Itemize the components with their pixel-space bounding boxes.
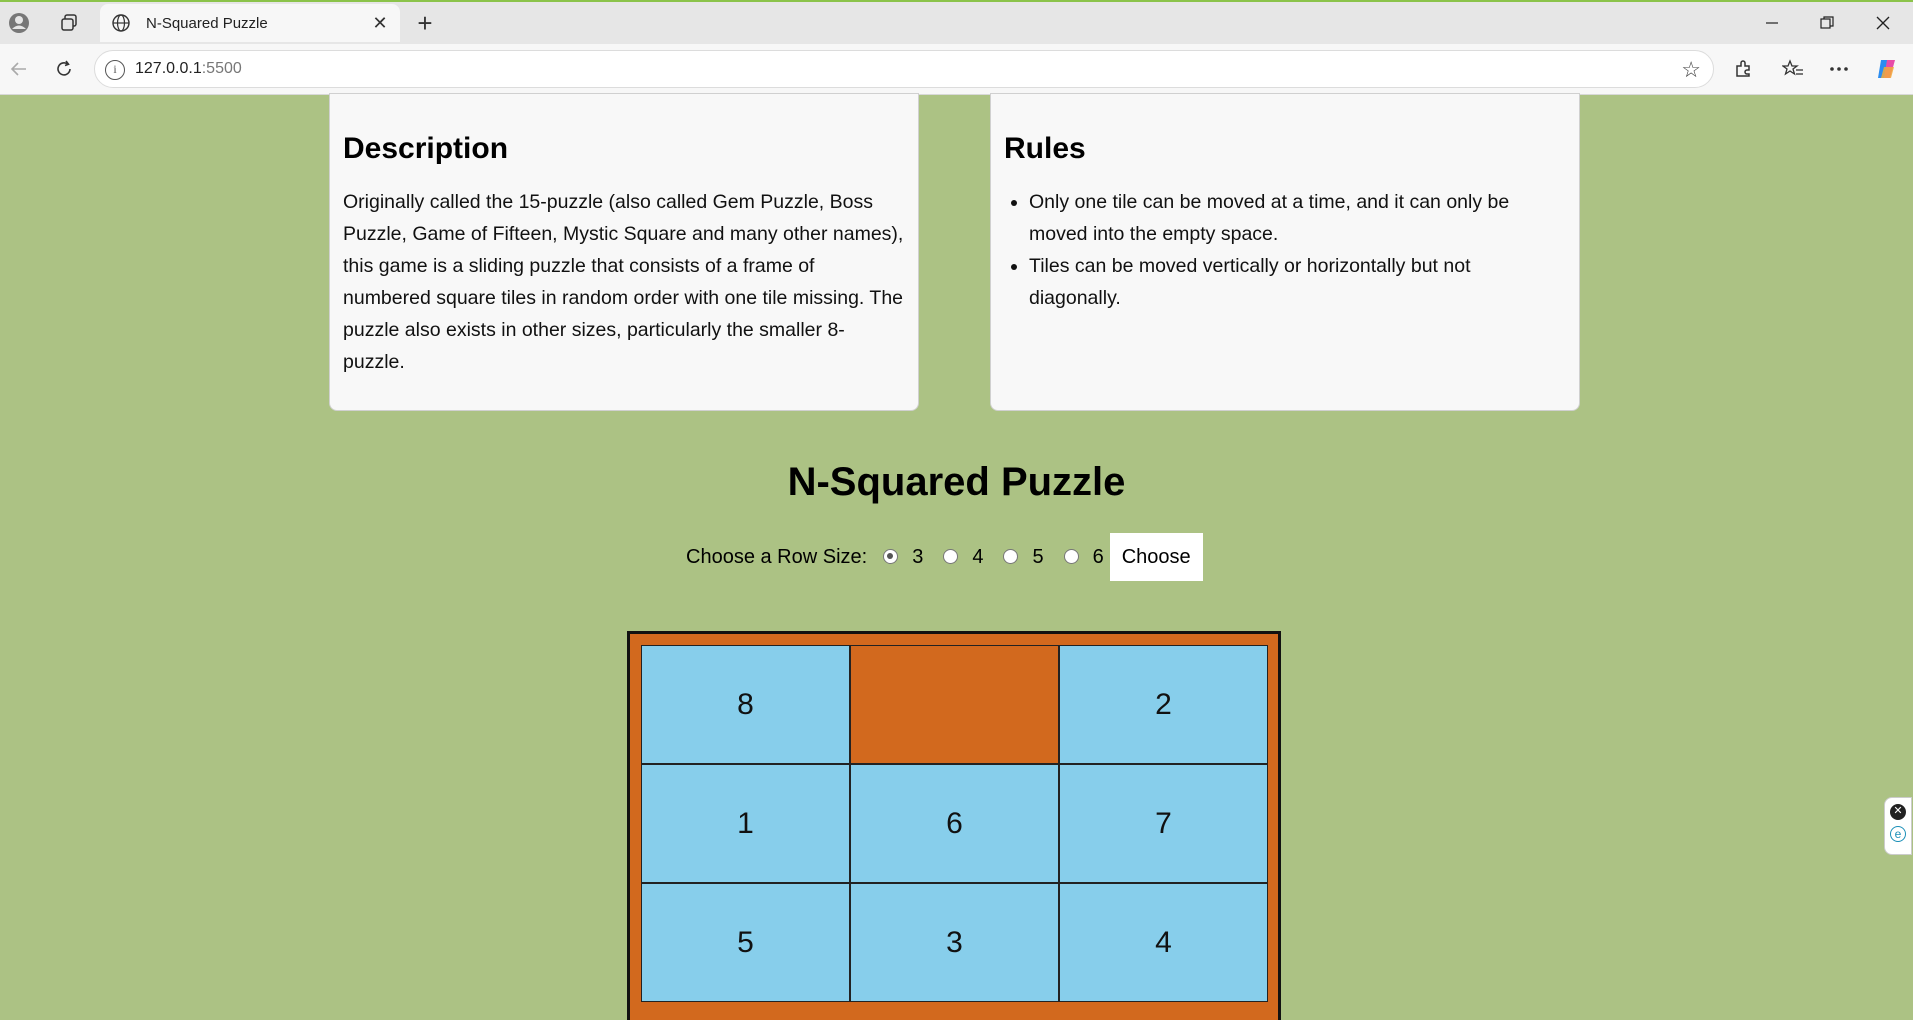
row-size-chooser: Choose a Row Size: 3 4 5 6 Choose — [686, 533, 1203, 581]
row-size-option-label: 3 — [912, 545, 924, 568]
profile-icon[interactable] — [4, 8, 34, 38]
rules-list: Only one tile can be moved at a time, an… — [1029, 186, 1566, 314]
rules-item: Tiles can be moved vertically or horizon… — [1029, 250, 1566, 314]
row-size-radio-4[interactable] — [943, 548, 959, 564]
row-size-option-label: 4 — [972, 545, 984, 568]
description-text: Originally called the 15-puzzle (also ca… — [343, 191, 904, 373]
url-port: :5500 — [201, 60, 242, 77]
browser-chrome: N-Squared Puzzle ✕ + i 127.0.0.1:5500 ☆ — [0, 0, 1913, 95]
row-size-radio-6[interactable] — [1063, 548, 1079, 564]
tab-strip: N-Squared Puzzle ✕ + — [0, 2, 1913, 42]
empty-tile[interactable] — [850, 645, 1059, 764]
new-tab-button[interactable]: + — [410, 8, 440, 38]
description-heading: Description — [343, 132, 509, 165]
row-size-option-label: 5 — [1032, 545, 1044, 568]
puzzle-tile[interactable]: 5 — [641, 883, 850, 1002]
browser-toolbar: i 127.0.0.1:5500 ☆ — [0, 44, 1913, 95]
url-host: 127.0.0.1 — [135, 60, 202, 77]
address-bar[interactable]: i 127.0.0.1:5500 ☆ — [94, 50, 1714, 88]
choose-button[interactable]: Choose — [1109, 533, 1203, 581]
row-size-option-4: 4 — [943, 546, 989, 569]
workspaces-icon[interactable] — [54, 8, 84, 38]
row-size-radio-5[interactable] — [1003, 548, 1019, 564]
puzzle-tile[interactable]: 8 — [641, 645, 850, 764]
puzzle-tile[interactable]: 3 — [850, 883, 1059, 1002]
puzzle-tile[interactable]: 1 — [641, 764, 850, 883]
close-tab-icon[interactable]: ✕ — [370, 13, 390, 34]
row-size-option-6: 6 — [1063, 545, 1110, 569]
back-arrow-icon[interactable] — [2, 52, 36, 86]
puzzle-tile[interactable]: 2 — [1059, 645, 1268, 764]
puzzle-tile[interactable]: 4 — [1059, 883, 1268, 1002]
rules-item: Only one tile can be moved at a time, an… — [1029, 186, 1566, 250]
row-size-option-5: 5 — [1003, 546, 1049, 569]
restore-icon[interactable] — [1800, 6, 1854, 40]
row-size-option-3: 3 — [883, 546, 929, 569]
site-info-icon[interactable]: i — [105, 60, 125, 80]
description-card: Description Originally called the 15-puz… — [329, 93, 919, 411]
rules-heading: Rules — [1004, 132, 1086, 165]
globe-icon — [110, 12, 132, 34]
minimize-icon[interactable] — [1745, 6, 1799, 40]
page-title: N-Squared Puzzle — [787, 460, 1126, 504]
reload-icon[interactable] — [47, 52, 81, 86]
puzzle-tile[interactable]: 7 — [1059, 764, 1268, 883]
close-window-icon[interactable] — [1856, 6, 1910, 40]
tab-n-squared-puzzle[interactable]: N-Squared Puzzle ✕ — [100, 4, 400, 42]
page-content: Description Originally called the 15-puz… — [0, 93, 1913, 1020]
row-size-option-label: 6 — [1092, 545, 1104, 568]
favorite-star-icon[interactable]: ☆ — [1681, 57, 1701, 83]
row-size-radio-3[interactable] — [883, 548, 899, 564]
puzzle-tile[interactable]: 6 — [850, 764, 1059, 883]
puzzle-board: 8 2 1 6 7 5 3 4 — [627, 631, 1281, 1020]
copilot-icon[interactable] — [1870, 52, 1904, 86]
extensions-icon[interactable] — [1726, 52, 1760, 86]
url-text: 127.0.0.1:5500 — [135, 60, 242, 78]
extension-e-icon[interactable]: e — [1890, 826, 1906, 842]
more-menu-icon[interactable] — [1822, 52, 1856, 86]
side-extension-panel: ✕ e — [1884, 797, 1912, 855]
close-circle-icon[interactable]: ✕ — [1890, 804, 1906, 820]
rules-card: Rules Only one tile can be moved at a ti… — [990, 93, 1580, 411]
row-size-label: Choose a Row Size: — [686, 545, 868, 568]
tab-title: N-Squared Puzzle — [146, 14, 268, 32]
favorites-icon[interactable] — [1776, 52, 1810, 86]
puzzle-grid: 8 2 1 6 7 5 3 4 — [641, 645, 1270, 1002]
